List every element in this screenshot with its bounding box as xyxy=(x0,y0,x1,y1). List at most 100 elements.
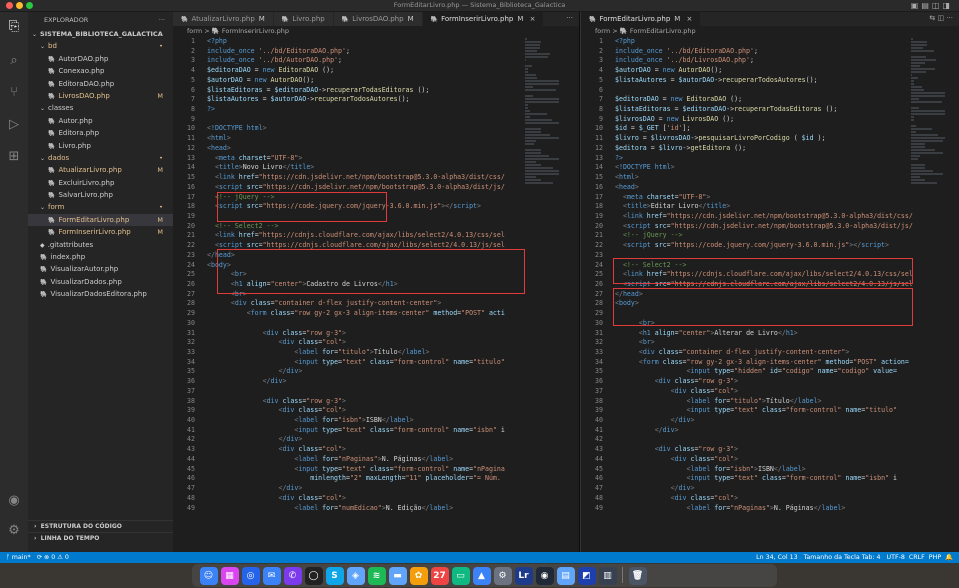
php-file-icon: 🐘 xyxy=(48,92,56,100)
folder-item[interactable]: ⌄ dados • xyxy=(28,152,173,164)
files-icon[interactable]: ▭ xyxy=(451,566,470,585)
line-number: 29 xyxy=(187,309,195,318)
code-token: name xyxy=(449,425,470,434)
folder-item[interactable]: ⌄ form • xyxy=(28,201,173,213)
code-line: 12 $editora = $livro->getEditora (); xyxy=(581,144,959,154)
lightroom-icon[interactable]: Lr xyxy=(514,566,533,585)
file-item[interactable]: 🐘 SalvarLivro.php xyxy=(28,189,173,201)
code-line: 47 </div> xyxy=(173,484,579,494)
file-item[interactable]: 🐘 Editora.php xyxy=(28,127,173,139)
file-item[interactable]: 🐘 VisualizarDados.php xyxy=(28,276,173,288)
calendar-icon[interactable]: 27 xyxy=(430,566,449,585)
code-token: label xyxy=(429,503,450,512)
line-number: 44 xyxy=(595,454,603,463)
outline-section[interactable]: › ESTRUTURA DO CÓDIGO xyxy=(28,520,173,532)
layout-controls[interactable]: ▣▤◫◨ xyxy=(911,1,953,10)
line-number: 5 xyxy=(191,75,195,84)
run-debug-icon[interactable]: ▷ xyxy=(7,118,21,132)
file-item[interactable]: 🐘 VisualizarAutor.php xyxy=(28,263,173,275)
eol[interactable]: CRLF xyxy=(909,554,925,561)
file-item[interactable]: 🐘 Autor.php xyxy=(28,115,173,127)
preview-icon[interactable]: ▤ xyxy=(556,566,575,585)
line-number: 8 xyxy=(599,105,603,114)
code-token: href xyxy=(238,173,255,182)
spotify-icon[interactable]: ≋ xyxy=(367,566,386,585)
code-line: 16 <head> xyxy=(581,183,959,193)
search-icon[interactable]: ⌕ xyxy=(7,54,21,68)
folder-item[interactable]: ⌄ bd • xyxy=(28,40,173,52)
sync-problems[interactable]: ⟳ ⊗ 0 ⚠ 0 xyxy=(37,554,69,561)
explorer-icon[interactable]: ⎘ xyxy=(7,20,21,34)
finder-icon[interactable]: ☺ xyxy=(199,566,218,585)
language-mode[interactable]: PHP xyxy=(929,554,941,561)
cursor-position[interactable]: Ln 34, Col 13 xyxy=(756,554,798,561)
maps-icon[interactable]: ◈ xyxy=(346,566,365,585)
file-item[interactable]: 🐘 AtualizarLivro.php M xyxy=(28,164,173,176)
settings-gear-icon[interactable]: ⚙ xyxy=(7,524,21,538)
minimap-line xyxy=(525,53,551,55)
code-token: label xyxy=(298,348,323,356)
editor-tab[interactable]: 🐘 FormEditarLivro.php M × xyxy=(581,12,702,26)
code-token: $editoraDAO xyxy=(274,85,319,94)
file-item[interactable]: 🐘 FormInserirLivro.php M xyxy=(28,226,173,238)
account-icon[interactable]: ◉ xyxy=(7,494,21,508)
minimap[interactable] xyxy=(525,37,567,552)
tab-size[interactable]: Tamanho da Tecla Tab: 4 xyxy=(804,554,881,561)
code-area[interactable]: 1 <?php 2 include_once '../bd/EditoraDAO.ph… xyxy=(173,37,579,513)
code-token: class xyxy=(690,386,711,395)
encoding[interactable]: UTF-8 xyxy=(887,554,905,561)
file-item[interactable]: 🐘 Livro.php xyxy=(28,140,173,152)
file-item[interactable]: 🐘 FormEditarLivro.php M xyxy=(28,213,173,227)
xcode-icon[interactable]: ◩ xyxy=(577,566,596,585)
file-item[interactable]: ◆ .gitattributes xyxy=(28,239,173,251)
explorer-more-icon[interactable]: ··· xyxy=(159,12,165,28)
folder-item[interactable]: ⌄ classes xyxy=(28,102,173,114)
notion-icon[interactable]: ▲ xyxy=(472,566,491,585)
branch-indicator[interactable]: ᚠ main* xyxy=(6,554,31,561)
extensions-icon[interactable]: ⊞ xyxy=(7,150,21,164)
safari-icon[interactable]: ◎ xyxy=(241,566,260,585)
editor-tab[interactable]: 🐘 LivrosDAO.php M xyxy=(333,12,423,26)
minimap[interactable] xyxy=(911,37,953,552)
vscode-icon[interactable]: S xyxy=(325,566,344,585)
breadcrumb[interactable]: form > 🐘 FormInserirLivro.php xyxy=(173,26,579,37)
code-token: </ xyxy=(262,377,271,386)
folder-item[interactable]: ⌄ SISTEMA_BIBLIOTECA_GALACTICA xyxy=(28,28,173,40)
trash-icon[interactable]: 🗑 xyxy=(628,566,647,585)
editor-tab[interactable]: 🐘 AtualizarLivro.php M xyxy=(173,12,274,26)
camera-icon[interactable]: ◉ xyxy=(535,566,554,585)
close-icon[interactable]: × xyxy=(527,15,536,23)
editor-actions-icon[interactable]: ··· xyxy=(566,14,573,22)
settings-icon[interactable]: ⚙ xyxy=(493,566,512,585)
file-item[interactable]: 🐘 Conexao.php xyxy=(28,65,173,77)
line-number: 1 xyxy=(191,37,195,45)
file-item[interactable]: 🐘 EditoraDAO.php xyxy=(28,78,173,90)
messages-icon[interactable]: ✆ xyxy=(283,566,302,585)
file-item[interactable]: 🐘 VisualizarDadosEditora.php xyxy=(28,288,173,300)
code-area[interactable]: 1 <?php 2 include_once '../bd/EditoraDAO.ph… xyxy=(581,37,959,513)
editor-tab[interactable]: 🐘 Livro.php xyxy=(273,12,334,26)
mail-icon[interactable]: ✉ xyxy=(262,566,281,585)
code-token: "form-control" xyxy=(393,357,450,366)
launchpad-icon[interactable]: ▦ xyxy=(220,566,239,585)
code-line: 12 <head> xyxy=(173,144,579,154)
editor-actions-icon[interactable]: ⇆ ◫ ··· xyxy=(929,14,953,22)
file-item[interactable]: 🐘 LivrosDAO.php M xyxy=(28,90,173,102)
file-item[interactable]: 🐘 AutorDAO.php xyxy=(28,53,173,65)
github-icon[interactable]: ◯ xyxy=(304,566,323,585)
timeline-section[interactable]: › LINHA DO TEMPO xyxy=(28,532,173,544)
photos-icon[interactable]: ✿ xyxy=(409,566,428,585)
calculator-icon[interactable]: ▥ xyxy=(598,566,617,585)
code-token: > xyxy=(449,503,454,512)
notifications-icon[interactable]: 🔔 xyxy=(945,554,953,561)
close-icon[interactable]: × xyxy=(684,15,693,23)
notes-icon[interactable]: ▬ xyxy=(388,566,407,585)
editor-tab[interactable]: 🐘 FormInserirLivro.php M × xyxy=(422,12,545,26)
file-item[interactable]: 🐘 ExcluirLivro.php xyxy=(28,177,173,189)
breadcrumb[interactable]: form > 🐘 FormEditarLivro.php xyxy=(581,26,959,37)
source-control-icon[interactable]: ⑂ xyxy=(7,86,21,100)
line-number: 20 xyxy=(595,221,603,230)
file-item[interactable]: 🐘 index.php xyxy=(28,251,173,263)
